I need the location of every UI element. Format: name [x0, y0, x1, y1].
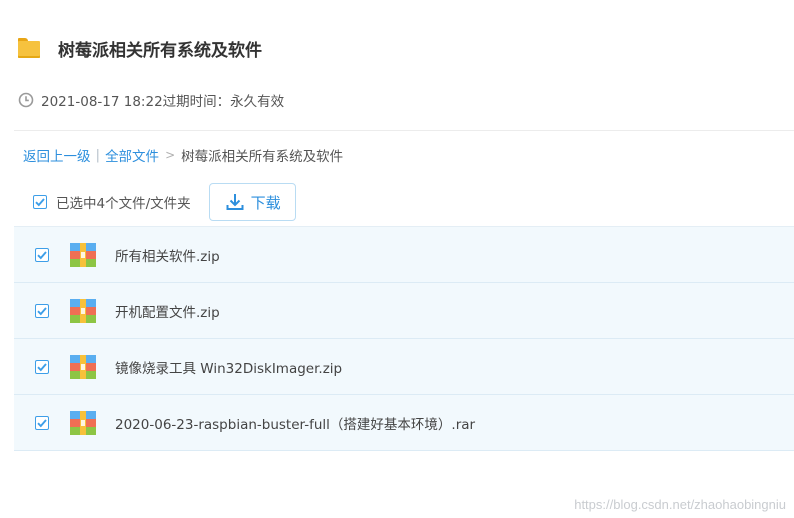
- file-checkbox[interactable]: [35, 359, 49, 374]
- watermark: https://blog.csdn.net/zhaohaobingniu: [574, 497, 786, 512]
- file-name[interactable]: 镜像烧录工具 Win32DiskImager.zip: [115, 357, 342, 377]
- file-name[interactable]: 开机配置文件.zip: [115, 301, 220, 321]
- file-list: 所有相关软件.zip 开机配置文件.zip 镜像烧录工具 Win32DiskIm…: [14, 226, 794, 451]
- toolbar: 已选中4个文件/文件夹 下载: [33, 183, 296, 221]
- file-row[interactable]: 镜像烧录工具 Win32DiskImager.zip: [14, 339, 794, 395]
- file-checkbox[interactable]: [35, 247, 49, 262]
- file-name[interactable]: 2020-06-23-raspbian-buster-full（搭建好基本环境）…: [115, 413, 475, 433]
- download-button[interactable]: 下载: [208, 183, 296, 221]
- header: 树莓派相关所有系统及软件: [18, 32, 262, 64]
- breadcrumb-separator: |: [95, 147, 101, 163]
- breadcrumb-arrow: >: [165, 148, 176, 162]
- file-row[interactable]: 所有相关软件.zip: [14, 227, 794, 283]
- zip-archive-icon: [70, 354, 96, 379]
- page-title: 树莓派相关所有系统及软件: [58, 40, 262, 61]
- zip-archive-icon: [70, 242, 96, 267]
- select-all-checkbox[interactable]: [33, 195, 47, 209]
- zip-archive-icon: [70, 410, 96, 435]
- breadcrumb: 返回上一级 | 全部文件 > 树莓派相关所有系统及软件: [23, 144, 343, 166]
- share-meta: 2021-08-17 18:22过期时间：永久有效: [18, 89, 284, 111]
- folder-icon: [18, 38, 40, 58]
- expiry-text: 2021-08-17 18:22过期时间：永久有效: [41, 94, 285, 110]
- all-files-link[interactable]: 全部文件: [105, 145, 159, 165]
- breadcrumb-current: 树莓派相关所有系统及软件: [181, 149, 344, 165]
- file-row[interactable]: 开机配置文件.zip: [14, 283, 794, 339]
- file-checkbox[interactable]: [35, 303, 49, 318]
- file-checkbox[interactable]: [35, 415, 49, 430]
- download-label: 下载: [250, 193, 281, 212]
- back-link[interactable]: 返回上一级: [23, 145, 91, 165]
- file-name[interactable]: 所有相关软件.zip: [115, 245, 220, 265]
- divider: [14, 130, 794, 131]
- selected-count-text: 已选中4个文件/文件夹: [56, 196, 191, 212]
- file-row[interactable]: 2020-06-23-raspbian-buster-full（搭建好基本环境）…: [14, 395, 794, 451]
- download-icon: [226, 194, 244, 210]
- zip-archive-icon: [70, 298, 96, 323]
- clock-icon: [18, 92, 34, 108]
